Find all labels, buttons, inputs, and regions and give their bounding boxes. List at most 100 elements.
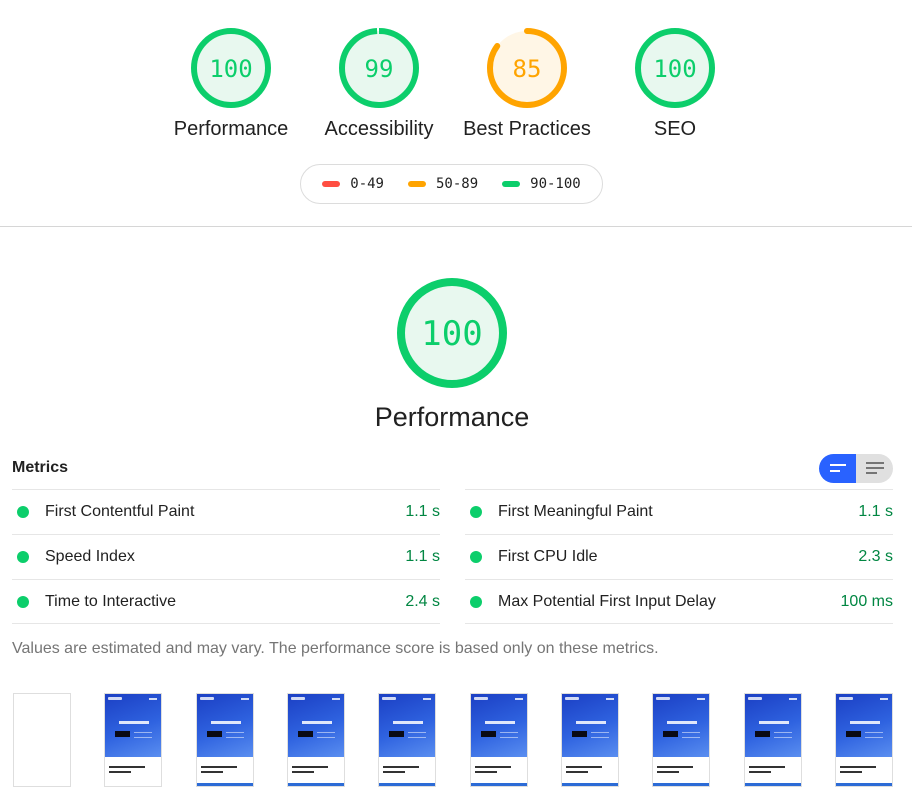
hero-cta [389, 731, 404, 737]
hero-cta [846, 731, 861, 737]
pass-dot-icon [17, 506, 29, 518]
gauge-performance[interactable]: 100 Performance [151, 26, 311, 141]
post-title [566, 771, 588, 773]
filmstrip-frame [744, 693, 802, 787]
frame-hero [745, 694, 801, 757]
gauge-ring: 100 [635, 28, 715, 108]
frame-hero [562, 694, 618, 757]
filmstrip [13, 693, 893, 788]
hero-heading [302, 721, 332, 724]
frame-hero [105, 694, 161, 757]
post-title [109, 766, 145, 768]
fail-swatch-icon [322, 181, 341, 187]
hero-heading [485, 721, 515, 724]
hero-secondary-cta [591, 732, 609, 738]
frame-bottom-bar [197, 783, 253, 786]
gauge-score: 99 [365, 55, 394, 83]
gauge-label: Accessibility [324, 118, 434, 140]
frame-bottom-bar [471, 783, 527, 786]
hero-heading [211, 721, 241, 724]
hero-cta [115, 731, 130, 737]
nav-link [880, 698, 888, 700]
frame-bottom-bar [745, 783, 801, 786]
expanded-view-button[interactable] [856, 454, 893, 483]
frame-hero [471, 694, 527, 757]
metric-value: 2.3 s [858, 548, 893, 565]
hero-cta [663, 731, 678, 737]
legend-item-pass: 90-100 [502, 176, 581, 192]
gauge-ring: 100 [191, 28, 271, 108]
hero-secondary-cta [317, 732, 335, 738]
gauge-label: Best Practices [463, 118, 591, 140]
frame-bottom-bar [653, 783, 709, 786]
metric-name: First Contentful Paint [45, 503, 195, 520]
legend-item-fail: 0-49 [322, 176, 384, 192]
site-logo-icon [108, 697, 122, 700]
hero-heading [119, 721, 149, 724]
pass-dot-icon [470, 551, 482, 563]
nav-link [515, 698, 523, 700]
gauge-seo[interactable]: 100 SEO [595, 26, 755, 141]
post-title [383, 771, 405, 773]
hero-cta [298, 731, 313, 737]
hero-secondary-cta [226, 732, 244, 738]
filmstrip-frame [835, 693, 893, 787]
gauge-best-practices[interactable]: 85 Best Practices [447, 26, 607, 141]
post-title [475, 766, 511, 768]
hero-heading [393, 721, 423, 724]
legend-range: 0-49 [350, 176, 384, 192]
gauge-label: Performance [173, 118, 289, 140]
legend-range: 90-100 [530, 176, 581, 192]
frame-hero [653, 694, 709, 757]
metrics-disclaimer: Values are estimated and may vary. The p… [12, 640, 659, 657]
post-title [475, 771, 497, 773]
frame-bottom-bar [288, 783, 344, 786]
average-swatch-icon [407, 181, 426, 187]
post-title [201, 771, 223, 773]
post-title [201, 766, 237, 768]
metrics-view-toggle[interactable] [819, 454, 893, 483]
post-title [749, 771, 771, 773]
pass-dot-icon [17, 551, 29, 563]
section-divider [0, 226, 912, 227]
hero-secondary-cta [865, 732, 883, 738]
metric-first-meaningful-paint: First Meaningful Paint 1.1 s [465, 489, 893, 534]
score-scale-legend: 0-49 50-89 90-100 [300, 164, 603, 204]
filmstrip-frame [652, 693, 710, 787]
filmstrip-frame [561, 693, 619, 787]
expanded-lines-icon [865, 462, 884, 474]
gauge-ring: 85 [487, 28, 567, 108]
metric-value: 2.4 s [405, 592, 440, 610]
nav-link [606, 698, 614, 700]
hero-cta [481, 731, 496, 737]
metric-name: Time to Interactive [45, 592, 177, 610]
filmstrip-frame [196, 693, 254, 787]
gauge-score: 100 [421, 314, 482, 354]
metric-first-cpu-idle: First CPU Idle 2.3 s [465, 534, 893, 579]
gauge-ring: 100 [397, 278, 507, 388]
filmstrip-frame [470, 693, 528, 787]
hero-heading [667, 721, 697, 724]
hero-cta [755, 731, 770, 737]
compact-lines-icon [829, 463, 846, 472]
post-title [292, 766, 328, 768]
nav-link [423, 698, 431, 700]
gauge-score: 100 [653, 55, 696, 83]
pass-dot-icon [470, 506, 482, 518]
metric-time-to-interactive: Time to Interactive 2.4 s [12, 579, 440, 624]
hero-secondary-cta [500, 732, 518, 738]
gauge-label: SEO [653, 118, 697, 140]
site-logo-icon [839, 697, 853, 700]
post-title [840, 766, 876, 768]
compact-view-button[interactable] [819, 454, 856, 483]
frame-hero [197, 694, 253, 757]
hero-cta [207, 731, 222, 737]
metrics-heading: Metrics [12, 459, 69, 476]
site-logo-icon [748, 697, 762, 700]
nav-link [697, 698, 705, 700]
gauge-accessibility[interactable]: 99 Accessibility [299, 26, 459, 141]
nav-link [332, 698, 340, 700]
nav-link [149, 698, 157, 700]
filmstrip-frame [104, 693, 162, 787]
hero-heading [759, 721, 789, 724]
